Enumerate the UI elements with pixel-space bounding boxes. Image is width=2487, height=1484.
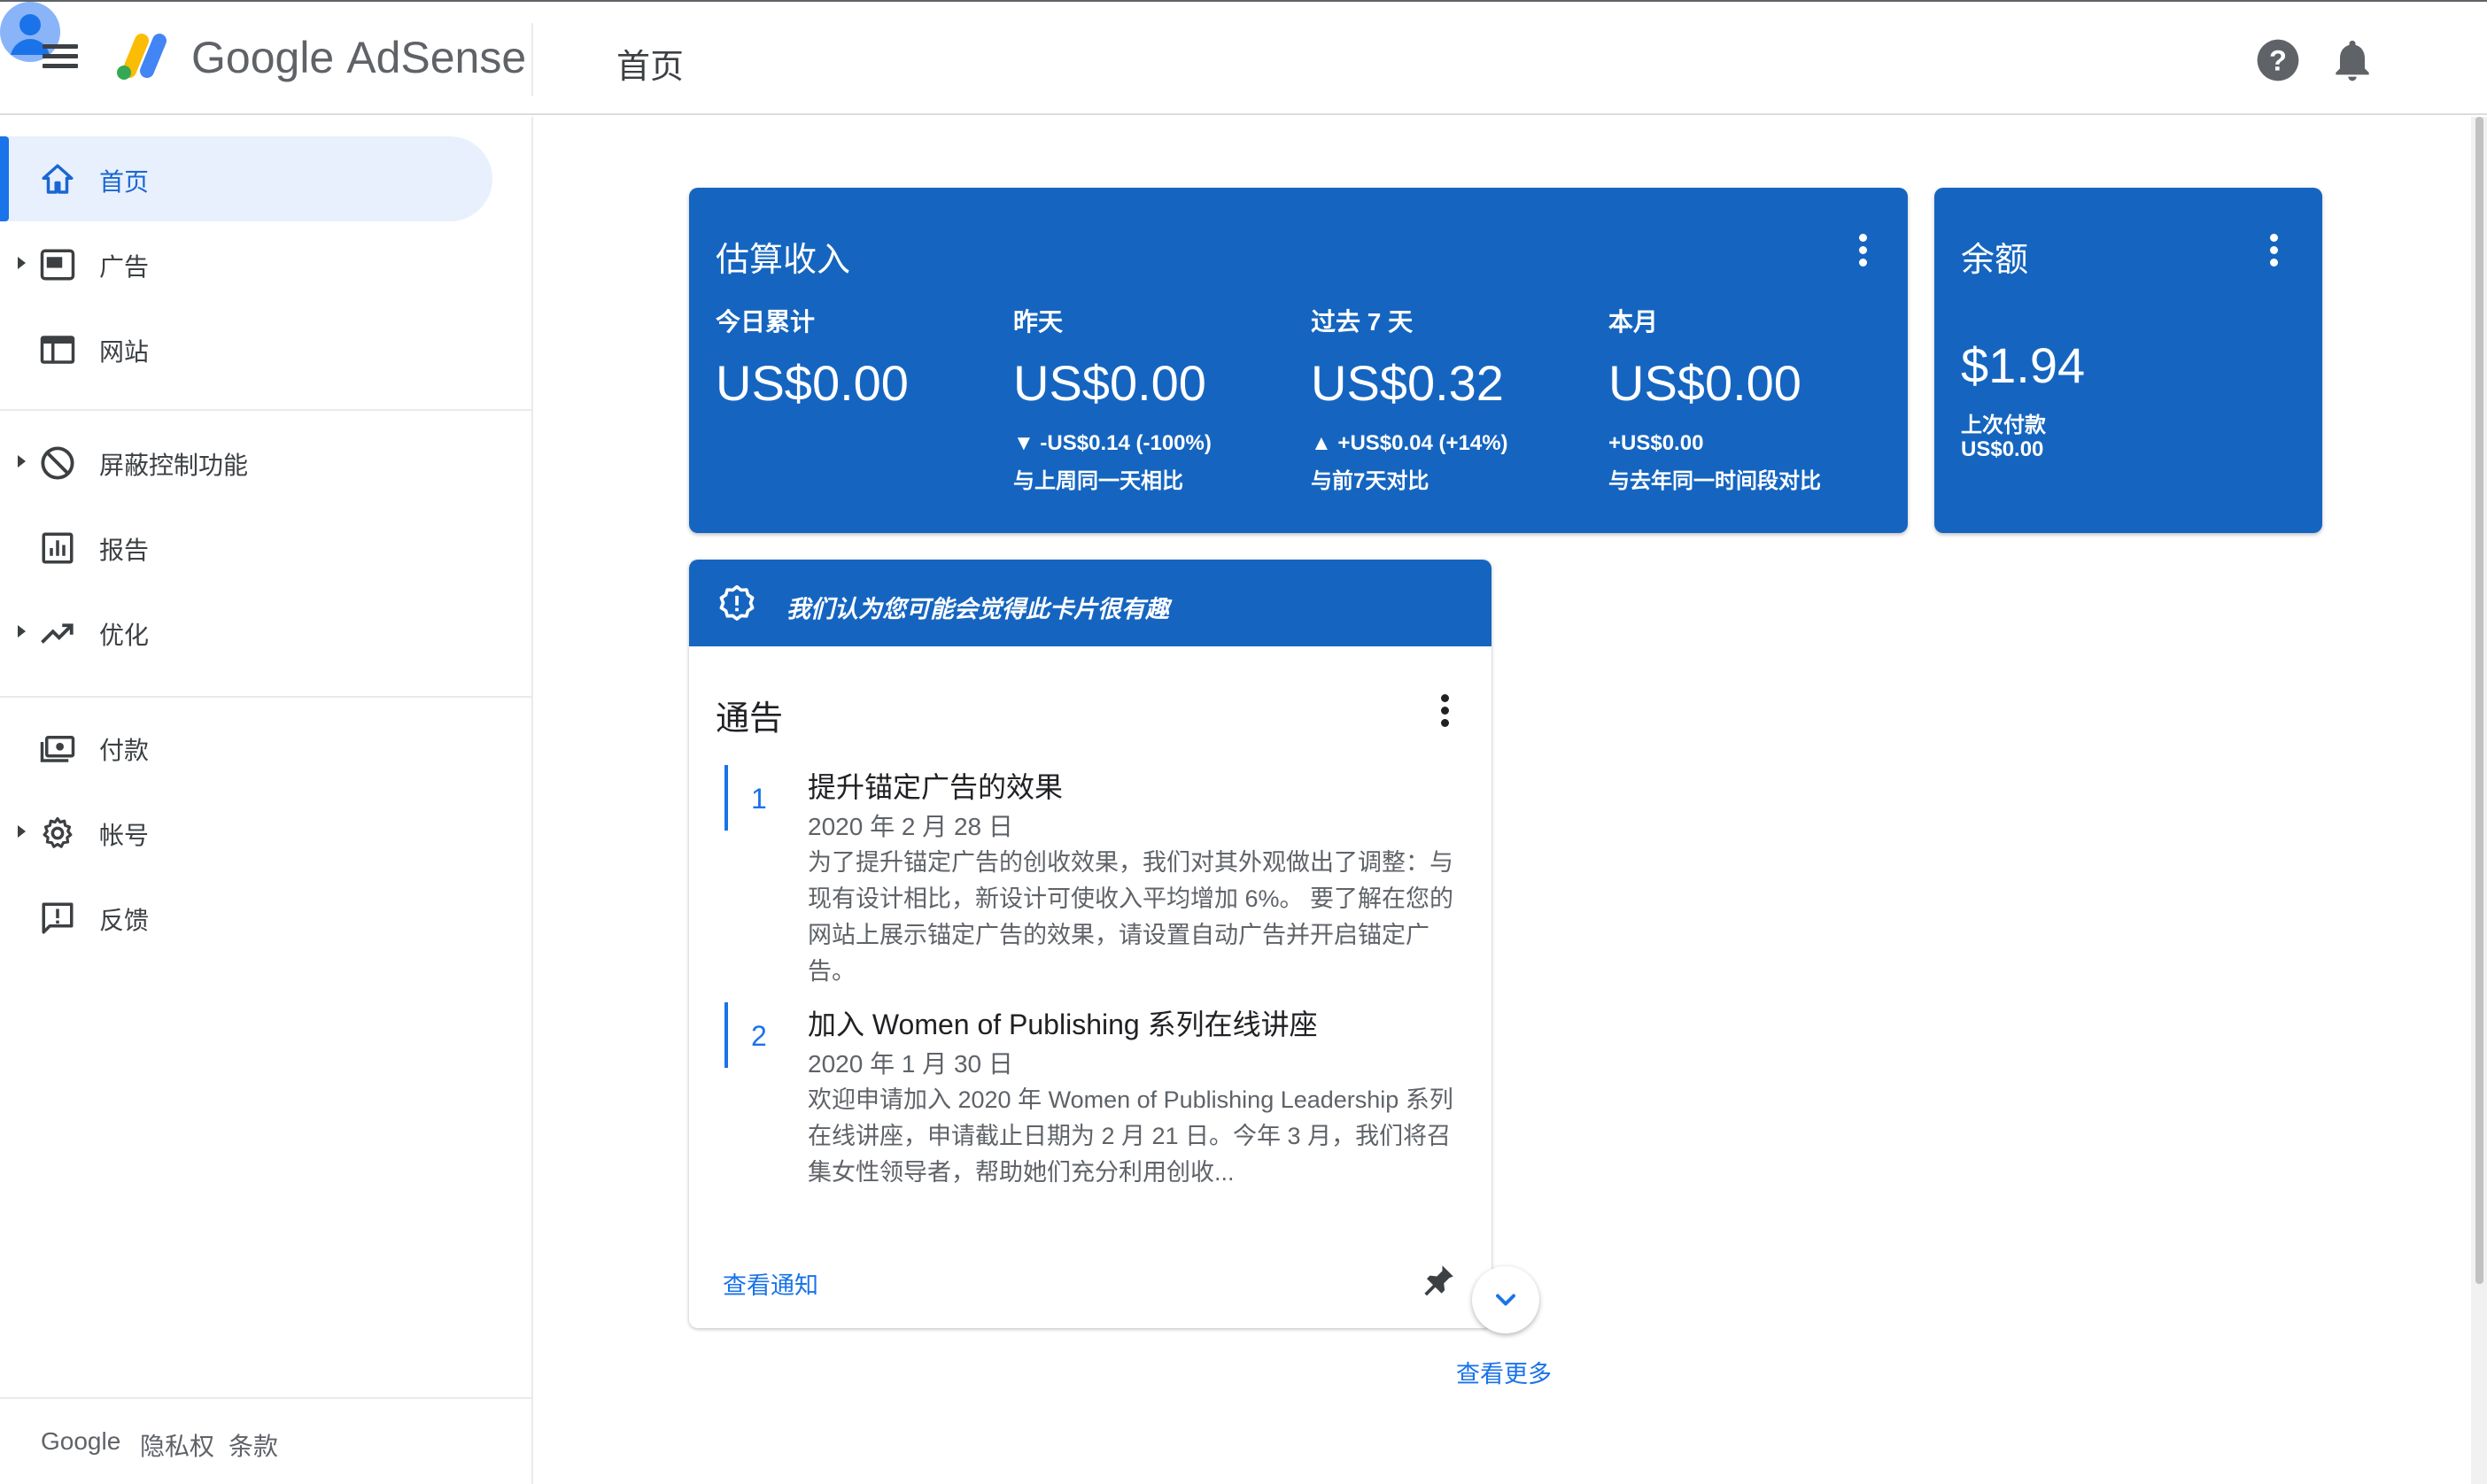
stat-last7-label: 过去 7 天 — [1311, 308, 1414, 336]
sidebar-item-feedback[interactable]: 反馈 — [0, 875, 492, 960]
badge-alert-icon — [719, 584, 755, 621]
expand-more-button[interactable] — [1472, 1266, 1539, 1333]
gear-icon — [43, 816, 73, 848]
earnings-card-title: 估算收入 — [716, 242, 851, 279]
expand-arrow-icon[interactable] — [18, 455, 26, 468]
stat-yesterday-compare: 与上周同一天相比 — [1013, 469, 1183, 493]
block-icon — [41, 446, 74, 480]
sidebar: 首页 广告 网站 屏蔽控制功能 报告 优化 付款 帐号 反馈 Google 隐私… — [0, 117, 533, 1484]
earnings-more-options-icon[interactable] — [1856, 234, 1869, 269]
sidebar-item-label: 优化 — [99, 622, 150, 649]
balance-card[interactable]: 余额 $1.94 上次付款 US$0.00 — [1934, 188, 2322, 533]
sidebar-item-label: 首页 — [99, 168, 150, 196]
reports-icon — [42, 532, 74, 564]
feedback-icon — [42, 902, 74, 934]
announcements-title: 通告 — [716, 700, 784, 738]
sidebar-item-payments[interactable]: 付款 — [0, 705, 492, 790]
suggestion-banner-text: 我们认为您可能会觉得此卡片很有趣 — [786, 596, 1169, 622]
sidebar-item-label: 屏蔽控制功能 — [99, 452, 249, 479]
stat-last7-change: ▲ +US$0.04 (+14%) — [1311, 431, 1508, 455]
footer-privacy-link[interactable]: 隐私权 — [140, 1427, 214, 1463]
expand-arrow-icon[interactable] — [18, 625, 26, 638]
sidebar-item-label: 付款 — [99, 737, 150, 764]
balance-more-options-icon[interactable] — [2267, 234, 2280, 269]
suggestion-banner: 我们认为您可能会觉得此卡片很有趣 — [689, 560, 1491, 646]
svg-text:?: ? — [2269, 44, 2287, 77]
sidebar-footer: Google 隐私权 条款 — [0, 1397, 531, 1484]
view-more-link[interactable]: 查看更多 — [1456, 1355, 1552, 1389]
stat-today-value: US$0.00 — [716, 355, 909, 411]
stat-yesterday-label: 昨天 — [1013, 308, 1064, 336]
announcements-more-options-icon[interactable] — [1438, 694, 1451, 730]
announcement-title[interactable]: 提升锚定广告的效果 — [808, 765, 1063, 806]
stat-month-value: US$0.00 — [1608, 355, 1801, 411]
announcement-number: 1 — [751, 783, 767, 815]
stat-month-change: +US$0.00 — [1608, 431, 1704, 455]
adsense-logo-icon — [117, 34, 167, 80]
stat-month-compare: 与去年同一时间段对比 — [1608, 469, 1821, 493]
sidebar-item-label: 网站 — [99, 338, 150, 366]
scrollbar-thumb[interactable] — [2475, 117, 2483, 1284]
sidebar-item-label: 报告 — [99, 537, 150, 564]
pin-icon[interactable] — [1421, 1261, 1458, 1298]
expand-arrow-icon[interactable] — [18, 257, 26, 269]
sidebar-item-blocking-controls[interactable]: 屏蔽控制功能 — [0, 420, 492, 505]
last-payment-label: 上次付款 — [1961, 414, 2046, 437]
brand-product: AdSense — [346, 33, 527, 82]
footer-terms-link[interactable]: 条款 — [229, 1427, 278, 1463]
footer-google-link[interactable]: Google — [41, 1427, 120, 1456]
announcement-body: 欢迎申请加入 2020 年 Women of Publishing Leader… — [808, 1086, 1453, 1186]
stat-today-label: 今日累计 — [716, 308, 816, 336]
stat-last7-compare: 与前7天对比 — [1311, 469, 1429, 493]
stat-last-7-days: 过去 7 天 US$0.32 ▲ +US$0.04 (+14%) 与前7天对比 — [1311, 303, 1508, 494]
payments-icon — [40, 736, 75, 762]
sidebar-item-label: 反馈 — [99, 907, 150, 934]
announcement-marker — [724, 1002, 728, 1068]
estimated-earnings-card[interactable]: 估算收入 今日累计 US$0.00 昨天 US$0.00 ▼ -US$0.14 … — [689, 188, 1908, 533]
help-icon[interactable]: ? — [2253, 35, 2303, 85]
stat-month-label: 本月 — [1608, 308, 1659, 336]
notifications-bell-icon[interactable] — [2328, 35, 2377, 85]
stat-yesterday-change: ▼ -US$0.14 (-100%) — [1013, 431, 1212, 455]
home-icon — [42, 164, 74, 194]
brand-google: Google — [191, 33, 335, 82]
sidebar-item-ads[interactable]: 广告 — [0, 221, 492, 306]
sidebar-item-account[interactable]: 帐号 — [0, 790, 492, 875]
announcement-marker — [724, 765, 728, 831]
brand-name[interactable]: Google AdSense — [191, 32, 526, 85]
announcement-body: 为了提升锚定广告的创收效果，我们对其外观做出了调整：与现有设计相比，新设计可使收… — [808, 849, 1454, 985]
sidebar-item-label: 广告 — [99, 253, 150, 281]
sidebar-item-sites[interactable]: 网站 — [0, 306, 492, 391]
stat-yesterday-value: US$0.00 — [1013, 355, 1206, 411]
sidebar-item-label: 帐号 — [99, 822, 150, 849]
sidebar-item-optimization[interactable]: 优化 — [0, 590, 492, 675]
sites-icon — [40, 336, 75, 364]
balance-card-title: 余额 — [1961, 242, 2029, 279]
stat-yesterday: 昨天 US$0.00 ▼ -US$0.14 (-100%) 与上周同一天相比 — [1013, 303, 1212, 494]
hamburger-menu-icon[interactable] — [37, 39, 83, 80]
stat-today: 今日累计 US$0.00 — [716, 303, 909, 412]
sidebar-divider — [0, 696, 531, 698]
sidebar-divider — [0, 409, 531, 411]
chevron-down-icon — [1496, 1294, 1515, 1306]
ads-icon — [40, 249, 75, 281]
expand-arrow-icon[interactable] — [18, 825, 26, 838]
stat-this-month: 本月 US$0.00 +US$0.00 与去年同一时间段对比 — [1608, 303, 1821, 494]
balance-value: $1.94 — [1961, 337, 2086, 393]
sidebar-item-home[interactable]: 首页 — [0, 136, 492, 221]
announcements-card: 我们认为您可能会觉得此卡片很有趣 通告 1 提升锚定广告的效果 2020 年 2… — [689, 560, 1491, 1328]
sidebar-item-reports[interactable]: 报告 — [0, 505, 492, 590]
last-payment-value: US$0.00 — [1961, 437, 2044, 461]
header-divider — [531, 23, 533, 96]
announcement-date: 2020 年 1 月 30 日 — [808, 1050, 1013, 1078]
announcement-date: 2020 年 2 月 28 日 — [808, 813, 1013, 840]
page-title: 首页 — [616, 49, 685, 86]
app-header: Google AdSense 首页 ? — [0, 2, 2487, 115]
view-notifications-link[interactable]: 查看通知 — [723, 1266, 818, 1301]
trending-up-icon — [41, 623, 74, 644]
announcement-number: 2 — [751, 1020, 767, 1052]
announcement-title[interactable]: 加入 Women of Publishing 系列在线讲座 — [808, 1002, 1318, 1043]
stat-last7-value: US$0.32 — [1311, 355, 1504, 411]
